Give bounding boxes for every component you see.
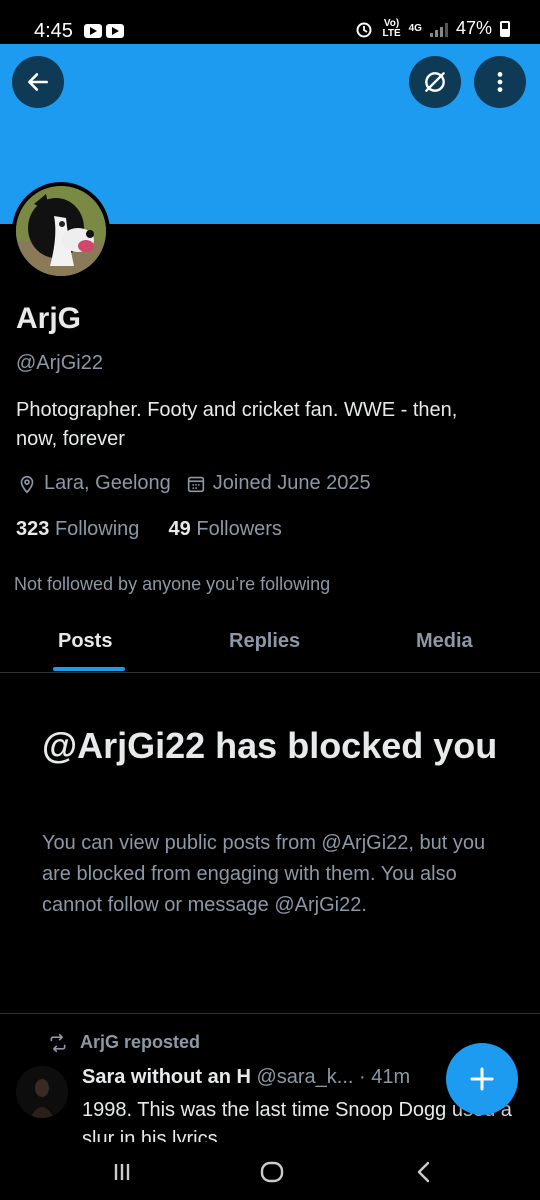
profile-name: ArjG [16, 302, 82, 335]
status-time: 4:45 [34, 20, 73, 42]
author-avatar-image [16, 1066, 68, 1118]
alarm-icon [356, 22, 372, 37]
followers-count: 49 [168, 518, 191, 540]
explore-button[interactable] [409, 56, 461, 108]
calendar-icon [187, 476, 204, 492]
avatar[interactable] [12, 182, 110, 280]
back-button[interactable] [12, 56, 64, 108]
explore-slash-icon [425, 72, 445, 92]
volte-indicator: Vo) LTE [382, 17, 401, 39]
followers-label: Followers [196, 518, 282, 540]
repost-icon [50, 1033, 66, 1052]
post-time: · 41m [359, 1066, 411, 1088]
blocked-description: You can view public posts from @ArjGi22,… [42, 832, 486, 916]
follow-stats: 323 Following 49 Followers [16, 518, 282, 541]
network-type: 4G [408, 22, 422, 34]
battery-icon [500, 20, 510, 37]
post-author-name[interactable]: Sara without an H [82, 1066, 251, 1088]
dog-avatar-image [16, 186, 106, 276]
following-count: 323 [16, 518, 50, 540]
more-vertical-icon [497, 72, 503, 92]
home-icon[interactable] [258, 1158, 286, 1186]
active-tab-indicator [53, 667, 125, 671]
profile-handle: @ArjGi22 [16, 352, 103, 374]
tab-replies[interactable]: Replies [229, 630, 300, 653]
profile-bio: Photographer. Footy and cricket fan. WWE… [16, 399, 458, 450]
following-link[interactable]: 323 Following [16, 518, 139, 540]
post-author-handle: @sara_k... [256, 1066, 354, 1088]
post-header: Sara without an H @sara_k... · 41m [82, 1066, 462, 1089]
repost-indicator: ArjG reposted [48, 1032, 200, 1053]
compose-button[interactable] [446, 1043, 518, 1115]
signal-icon [429, 21, 448, 37]
system-nav-bar [0, 1142, 540, 1200]
post-author-avatar[interactable] [16, 1066, 68, 1118]
youtube-notification-icon [106, 24, 124, 38]
back-nav-icon[interactable] [410, 1158, 438, 1186]
status-bar: 4:45 Vo) LTE 4G 47% [0, 0, 540, 44]
tab-media[interactable]: Media [416, 630, 473, 653]
location-pin-icon [20, 475, 34, 493]
arrow-left-icon [28, 73, 48, 91]
profile-tabs: Posts Replies Media [0, 618, 540, 673]
youtube-notification-icon [84, 24, 102, 38]
followers-link[interactable]: 49 Followers [169, 518, 282, 540]
divider [0, 1013, 540, 1014]
plus-icon [470, 1067, 494, 1091]
battery-percent: 47% [455, 18, 492, 38]
status-icons: Vo) LTE 4G 47% [354, 18, 510, 39]
more-options-button[interactable] [474, 56, 526, 108]
recent-apps-icon[interactable] [108, 1158, 136, 1186]
blocked-title: @ArjGi22 has blocked you [42, 725, 498, 766]
not-followed-note: Not followed by anyone you’re following [14, 574, 331, 594]
profile-joined: Joined June 2025 [212, 472, 371, 494]
profile-meta: Lara, Geelong Joined June 2025 [16, 472, 371, 495]
following-label: Following [54, 518, 140, 540]
repost-label: ArjG reposted [80, 1032, 201, 1052]
profile-location: Lara, Geelong [44, 472, 171, 494]
tab-posts[interactable]: Posts [58, 630, 112, 653]
